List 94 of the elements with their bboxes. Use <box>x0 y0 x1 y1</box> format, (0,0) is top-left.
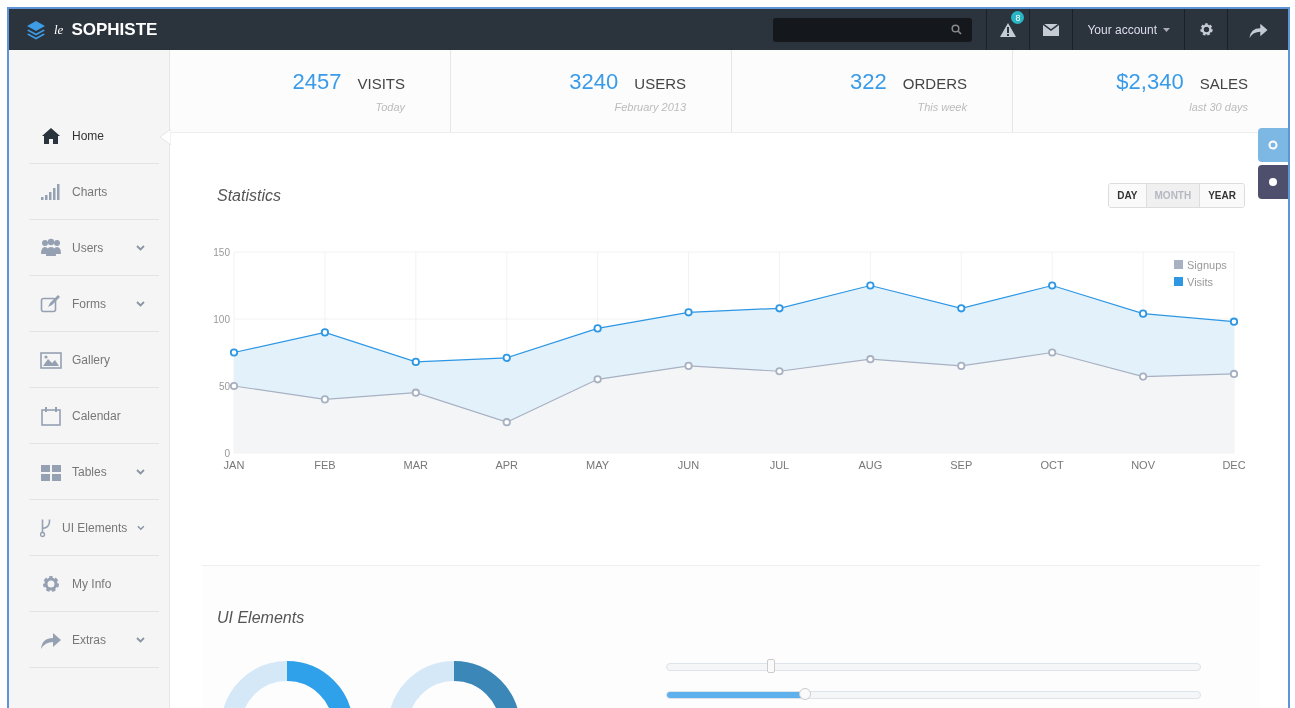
legend-swatch <box>1174 277 1183 286</box>
axis-label: JUL <box>769 459 790 471</box>
logo-prefix: le <box>54 21 64 38</box>
theme-swatch[interactable] <box>1258 165 1288 199</box>
data-point <box>957 304 966 313</box>
slider-track[interactable] <box>666 691 1201 699</box>
data-point <box>1139 372 1148 381</box>
data-point <box>1139 309 1148 318</box>
axis-label: NOV <box>1131 459 1155 471</box>
gear-icon <box>40 573 62 594</box>
axis-label: MAY <box>586 459 610 471</box>
axis-label: JUN <box>677 459 700 471</box>
axis-label: AUG <box>858 459 883 471</box>
data-point <box>1048 281 1057 290</box>
stat-label: ORDERS <box>902 75 967 92</box>
data-point <box>502 353 511 362</box>
stat-period: February 2013 <box>614 101 686 113</box>
caret-icon <box>1163 27 1170 32</box>
stat-value: 2457 <box>292 69 342 95</box>
data-point <box>1229 317 1239 326</box>
edit-icon <box>40 293 62 314</box>
stat-period: last 30 days <box>1189 101 1248 113</box>
envelope-icon <box>1043 23 1060 36</box>
data-point <box>684 361 693 370</box>
notification-badge: 8 <box>1011 11 1025 24</box>
stat-value: 322 <box>850 69 887 95</box>
data-point <box>866 355 875 364</box>
image-icon <box>40 349 62 370</box>
logo-name: SOPHISTE <box>71 19 158 40</box>
sidebar-item[interactable]: Gallery <box>29 332 159 388</box>
data-point <box>957 361 966 370</box>
settings-icon <box>1197 21 1215 38</box>
axis-label: 150 <box>213 247 230 258</box>
data-point <box>593 375 602 384</box>
calendar-icon <box>40 405 62 426</box>
sidebar-item[interactable]: Charts <box>29 164 159 220</box>
data-point <box>320 328 329 337</box>
axis-label: JAN <box>223 459 245 471</box>
branch-icon <box>40 517 52 538</box>
axis-label: 0 <box>224 448 230 459</box>
data-point <box>229 348 239 357</box>
sidebar-item[interactable]: My Info <box>29 556 159 612</box>
axis-label: SEP <box>950 459 973 471</box>
stat-label: VISITS <box>357 75 405 92</box>
section-title: Statistics <box>217 186 281 205</box>
search-icon <box>951 24 962 35</box>
data-point <box>411 357 420 366</box>
data-point <box>502 418 511 427</box>
slider-handle[interactable] <box>766 659 775 673</box>
data-point <box>411 388 420 397</box>
data-point <box>593 324 602 333</box>
slider-handle[interactable] <box>798 688 811 700</box>
axis-label: 50 <box>218 381 230 392</box>
data-point <box>775 304 784 313</box>
warning-icon <box>999 21 1018 38</box>
stat-value: $2,340 <box>1116 69 1184 95</box>
legend-label: Signups <box>1187 259 1227 271</box>
sidebar-item[interactable]: Tables <box>29 444 159 500</box>
axis-label: FEB <box>314 459 336 471</box>
axis-label: OCT <box>1040 459 1064 471</box>
stat-period: This week <box>917 101 967 113</box>
data-point <box>1048 348 1057 357</box>
sidebar-item[interactable]: UI Elements <box>29 500 159 556</box>
data-point <box>866 281 875 290</box>
stat-label: USERS <box>634 75 686 92</box>
data-point <box>229 381 239 391</box>
ring-icon <box>1268 140 1278 150</box>
data-point <box>775 367 784 376</box>
legend-label: Visits <box>1187 276 1214 288</box>
stat-period: Today <box>375 101 405 113</box>
data-point <box>320 395 329 404</box>
stat-label: SALES <box>1199 75 1248 92</box>
home-icon <box>40 125 62 146</box>
axis-label: DEC <box>1222 459 1246 471</box>
sidebar-item[interactable]: Forms <box>29 276 159 332</box>
sidebar-item[interactable]: Users <box>29 220 159 276</box>
legend-swatch <box>1174 260 1183 269</box>
layers-icon <box>26 19 46 40</box>
dot-icon <box>1268 177 1278 187</box>
search-field[interactable] <box>773 17 972 42</box>
range-tab[interactable]: YEAR <box>1199 184 1244 207</box>
sidebar-item[interactable]: Extras <box>29 612 159 668</box>
range-tab[interactable]: DAY <box>1109 184 1146 207</box>
section-title: UI Elements <box>217 609 305 626</box>
stat-value: 3240 <box>569 69 619 95</box>
users-icon <box>40 237 62 258</box>
signal-bars-icon <box>40 181 62 202</box>
data-point <box>1229 369 1239 379</box>
sidebar-item[interactable]: Calendar <box>29 388 159 444</box>
theme-swatch[interactable] <box>1258 128 1288 162</box>
data-point <box>684 308 693 317</box>
axis-label: 100 <box>213 314 230 325</box>
axis-label: MAR <box>403 459 429 471</box>
axis-label: APR <box>495 459 519 471</box>
